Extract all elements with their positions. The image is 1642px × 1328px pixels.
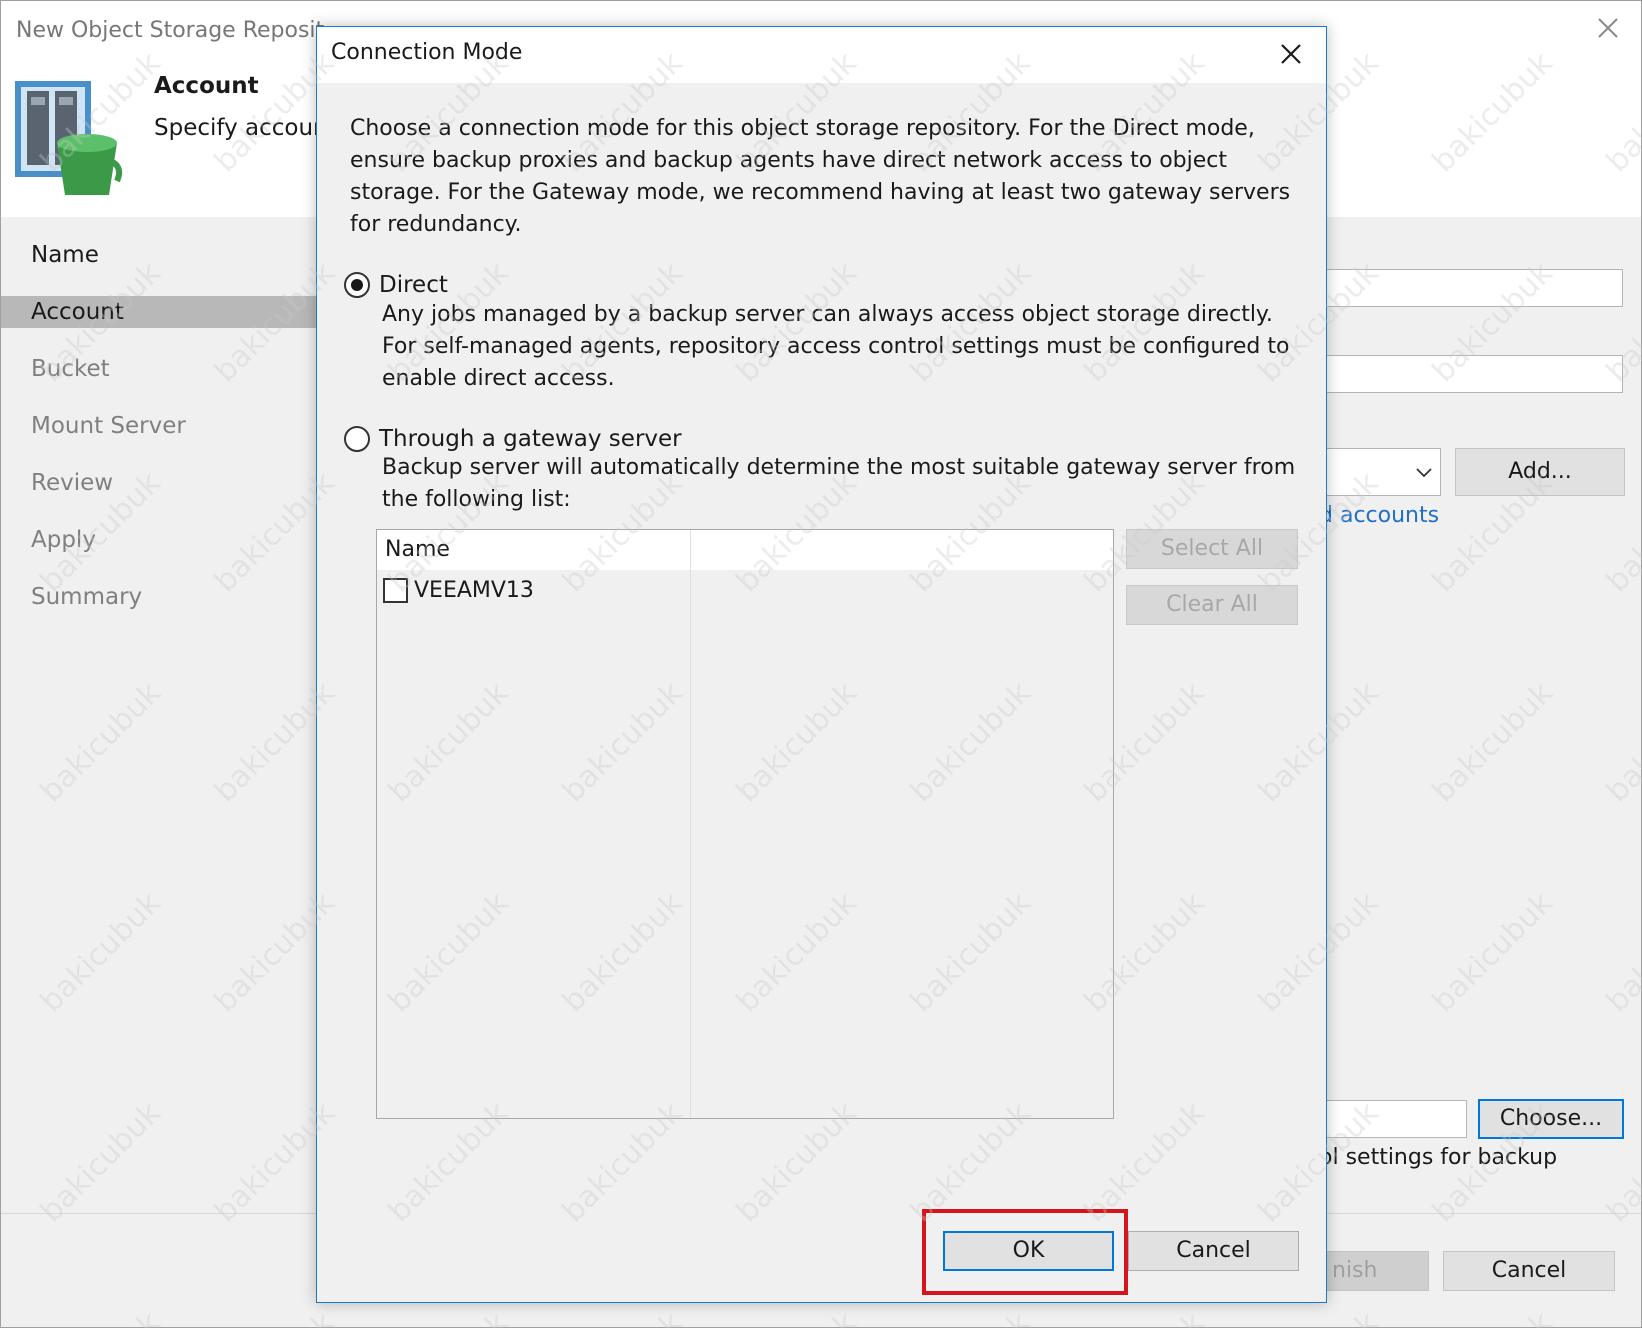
gateway-help-text: Backup server will automatically determi…	[382, 455, 1296, 512]
step-mount-server: Mount Server	[31, 413, 186, 439]
step-apply: Apply	[31, 527, 96, 553]
wizard-step-subtitle: Specify accoun	[154, 115, 328, 141]
column-divider	[690, 530, 691, 1118]
radio-selected-dot	[351, 279, 363, 291]
manage-accounts-link[interactable]: d accounts	[1319, 503, 1439, 528]
choose-button[interactable]: Choose...	[1478, 1099, 1624, 1139]
list-header-name[interactable]: Name	[385, 537, 450, 562]
gateway-radio[interactable]	[344, 426, 370, 452]
dialog-description: Choose a connection mode for this object…	[350, 116, 1291, 237]
direct-radio-label[interactable]: Direct	[379, 272, 448, 298]
access-settings-text: ol settings for backup	[1319, 1145, 1558, 1170]
cancel-button[interactable]: Cancel	[1128, 1231, 1299, 1271]
ok-highlight-annotation	[922, 1209, 1128, 1295]
wizard-steps: Name Account Bucket Mount Server Review …	[1, 239, 317, 638]
chevron-down-icon	[1416, 468, 1432, 478]
dialog-title: Connection Mode	[331, 40, 523, 65]
add-credentials-button[interactable]: Add...	[1455, 448, 1625, 496]
service-point-input[interactable]	[1301, 269, 1623, 307]
wizard-close-icon[interactable]	[1593, 13, 1623, 43]
step-name[interactable]: Name	[1, 239, 317, 271]
list-item[interactable]: VEEAMV13	[383, 575, 534, 605]
step-account[interactable]: Account	[1, 296, 317, 328]
gateway-radio-label[interactable]: Through a gateway server	[379, 426, 682, 452]
object-storage-icon	[15, 81, 123, 195]
connection-mode-dialog: Connection Mode Choose a connection mode…	[316, 26, 1327, 1303]
clear-all-button[interactable]: Clear All	[1126, 585, 1298, 625]
list-header: Name	[377, 530, 1113, 570]
wizard-title: New Object Storage Reposit	[16, 18, 325, 43]
server-checkbox[interactable]	[383, 577, 408, 603]
step-bucket: Bucket	[31, 356, 110, 382]
wizard-step-title: Account	[154, 73, 259, 99]
select-all-button[interactable]: Select All	[1126, 529, 1298, 569]
server-name: VEEAMV13	[414, 577, 534, 603]
step-review: Review	[31, 470, 114, 496]
step-summary: Summary	[31, 584, 143, 610]
region-input[interactable]	[1301, 355, 1623, 393]
gateway-server-list[interactable]: Name VEEAMV13	[376, 529, 1114, 1119]
direct-radio[interactable]	[344, 272, 370, 298]
wizard-cancel-button[interactable]: Cancel	[1443, 1251, 1615, 1291]
gateway-radio-option[interactable]: Through a gateway server	[344, 423, 682, 455]
dialog-titlebar: Connection Mode	[317, 27, 1326, 83]
direct-radio-option[interactable]: Direct	[344, 269, 448, 301]
close-icon[interactable]	[1275, 38, 1307, 70]
direct-help-text: Any jobs managed by a backup server can …	[382, 302, 1290, 391]
